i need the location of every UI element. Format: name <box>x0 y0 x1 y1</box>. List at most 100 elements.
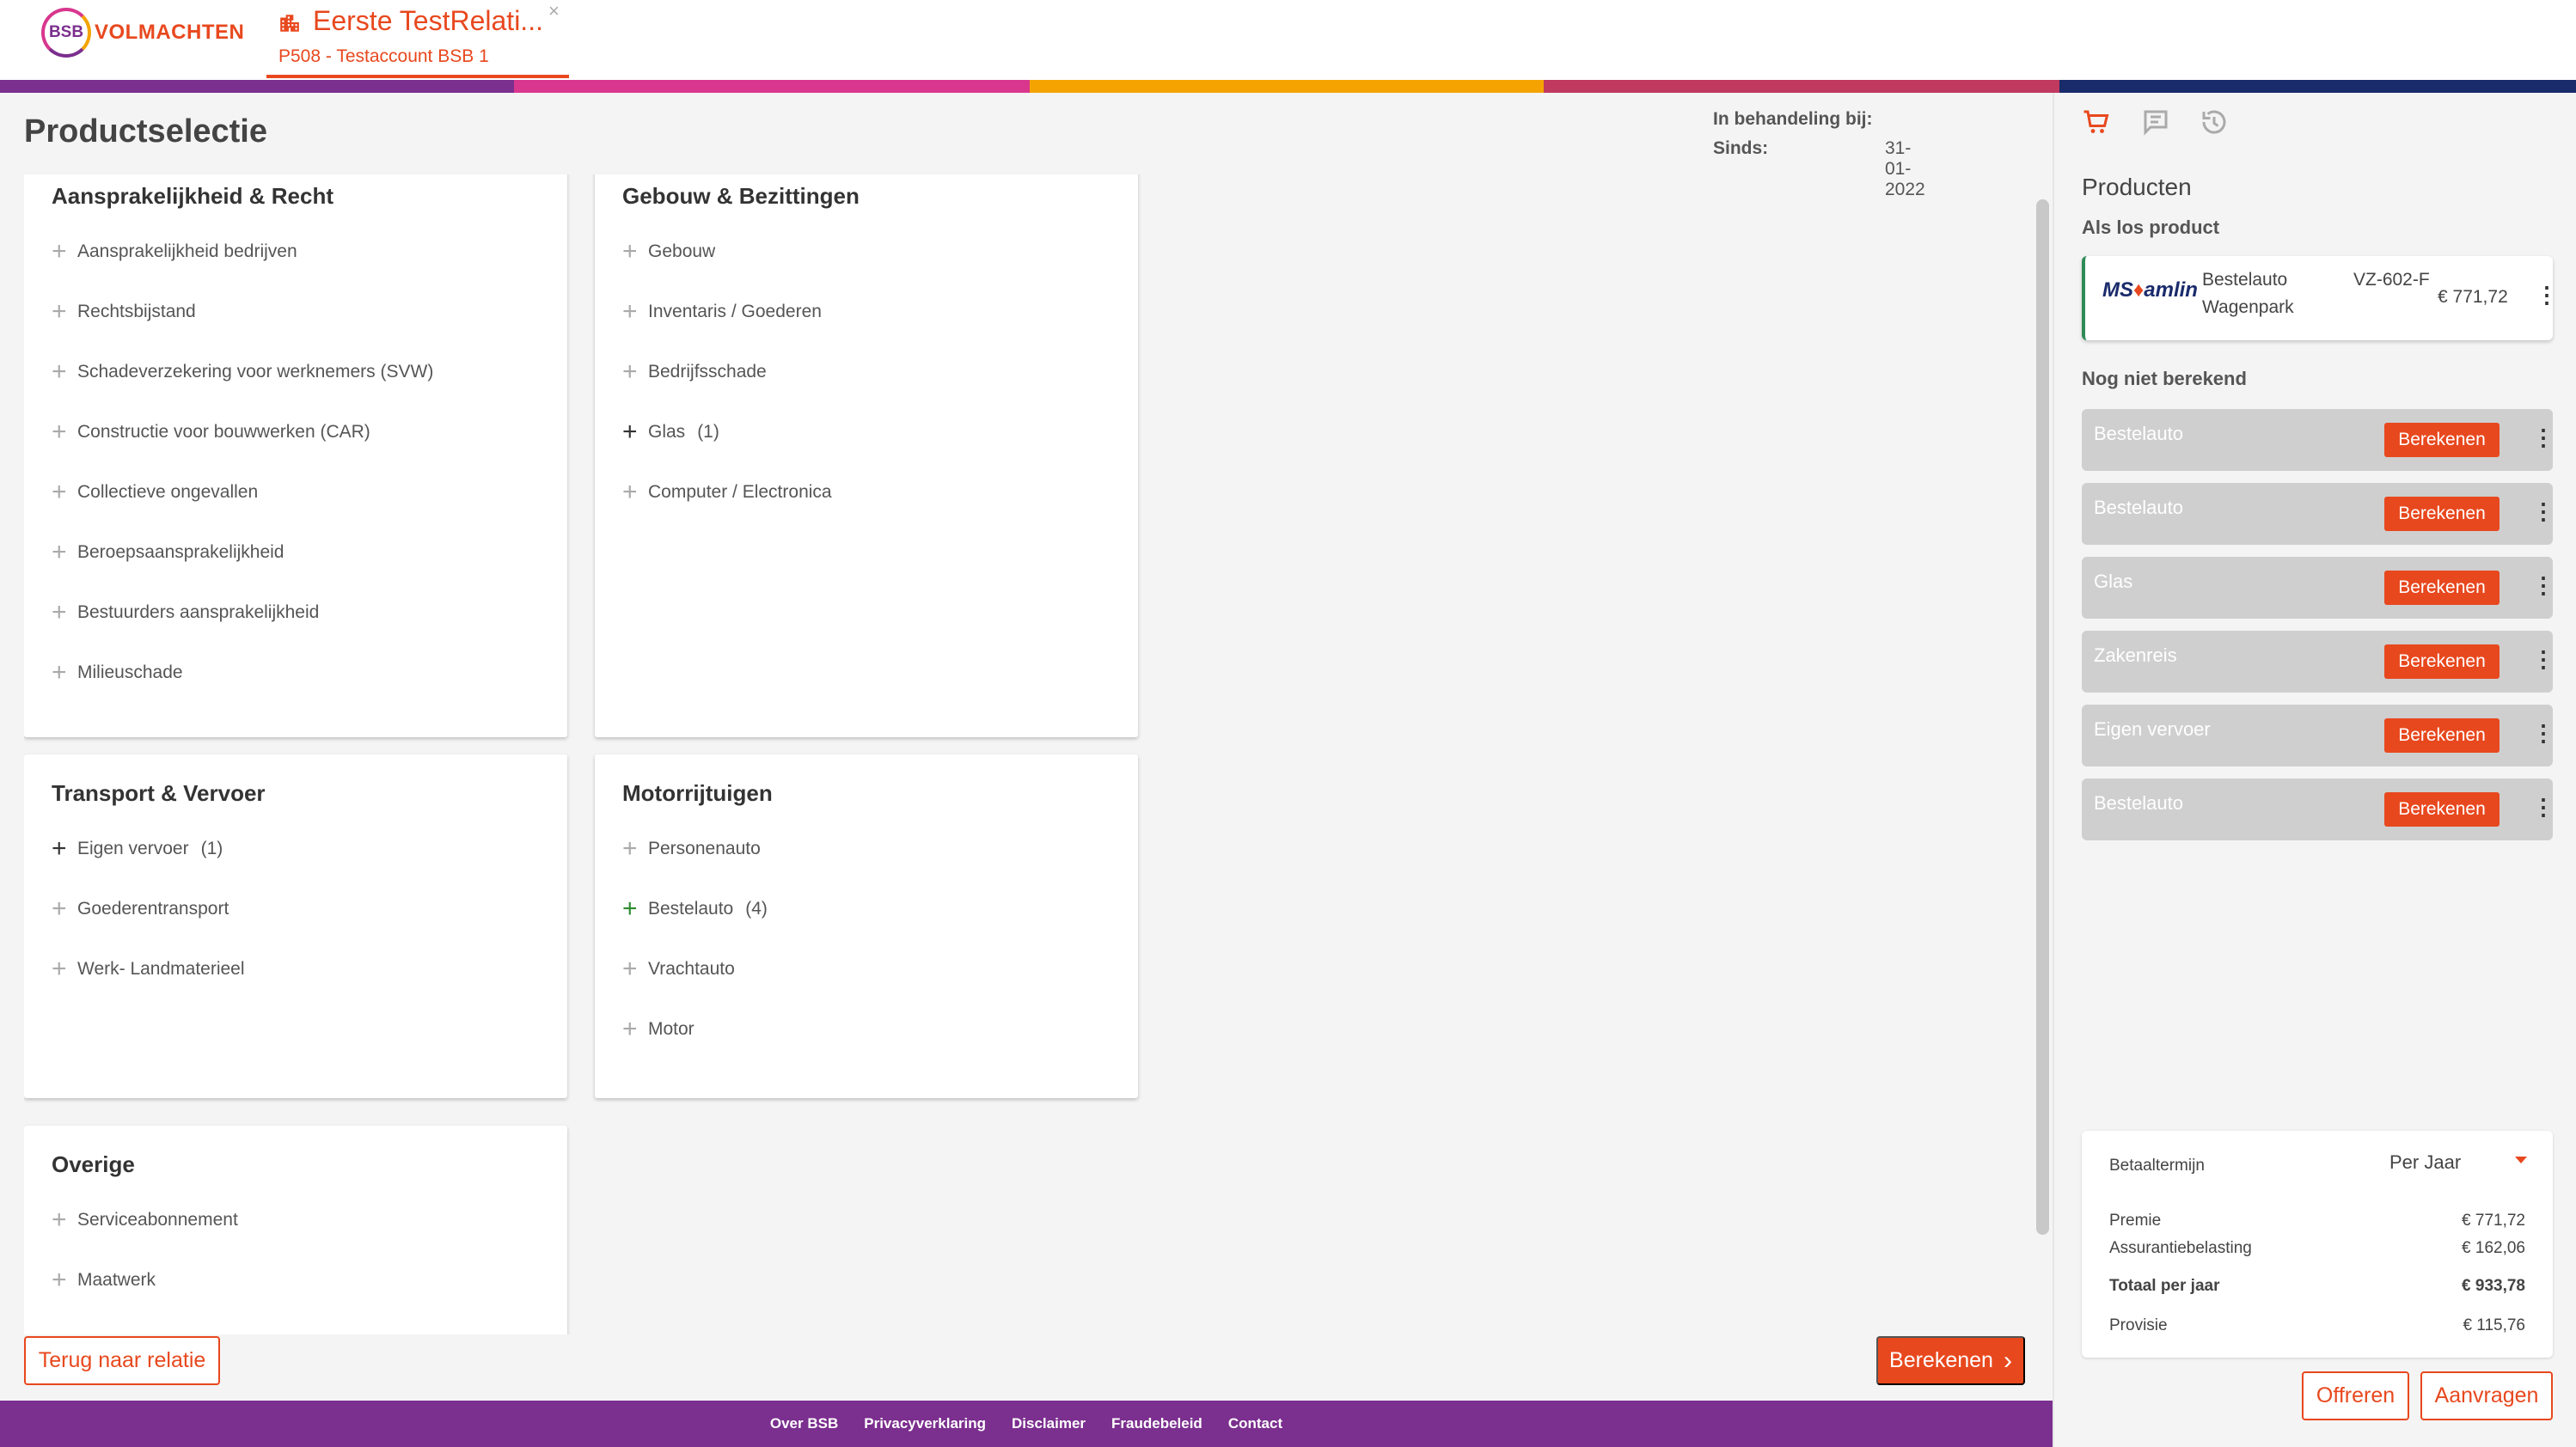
comment-icon[interactable] <box>2140 107 2171 137</box>
category-title: Transport & Vervoer <box>52 780 266 806</box>
product-item[interactable]: + Bestelauto (4) <box>622 892 768 926</box>
product-label: Vrachtauto <box>648 959 735 979</box>
product-item[interactable]: + Bedrijfsschade <box>622 355 767 389</box>
calculate-button[interactable]: Berekenen <box>2384 497 2500 531</box>
more-vert-icon[interactable]: ⋮ <box>2532 424 2555 451</box>
product-item[interactable]: + Motor <box>622 1012 694 1047</box>
category-title: Overige <box>52 1151 135 1177</box>
plus-icon: + <box>52 834 67 863</box>
plus-icon: + <box>622 357 638 386</box>
sidebar-heading: Producten <box>2082 174 2192 200</box>
pending-product: Eigen vervoer Berekenen ⋮ <box>2082 705 2555 766</box>
brand-amlin: amlin <box>2144 278 2198 302</box>
pending-label: Eigen vervoer <box>2094 718 2211 740</box>
calculate-button[interactable]: Berekenen <box>2384 792 2500 827</box>
request-button[interactable]: Aanvragen <box>2420 1371 2553 1420</box>
cart-icon[interactable] <box>2080 107 2111 137</box>
provisie-value: € 115,76 <box>2463 1316 2525 1334</box>
product-item[interactable]: + Rechtsbijstand <box>52 295 196 329</box>
product-price: € 771,72 <box>2438 287 2508 307</box>
building-icon <box>280 15 299 32</box>
scrollbar[interactable] <box>2036 199 2049 1235</box>
footer-link-privacy[interactable]: Privacyverklaring <box>864 1415 986 1432</box>
pending-label: Glas <box>2094 571 2133 592</box>
loose-product-label: Als los product <box>2082 217 2220 238</box>
product-label: Aansprakelijkheid bedrijven <box>77 241 297 261</box>
product-label: Collectieve ongevallen <box>77 482 259 502</box>
product-item[interactable]: + Schadeverzekering voor werknemers (SVW) <box>52 355 433 389</box>
calculate-button[interactable]: Berekenen <box>2384 644 2500 679</box>
product-label: Eigen vervoer <box>77 839 189 858</box>
product-label: Milieuschade <box>77 662 183 682</box>
product-card[interactable]: MS♦amlin Bestelauto Wagenpark VZ-602-F €… <box>2082 256 2558 340</box>
product-item[interactable]: + Collectieve ongevallen <box>52 475 258 510</box>
footer-link-fraud[interactable]: Fraudebeleid <box>1111 1415 1202 1432</box>
plus-icon: + <box>52 237 67 266</box>
footer-link-over-bsb[interactable]: Over BSB <box>770 1415 838 1432</box>
more-vert-icon[interactable]: ⋮ <box>2532 720 2555 747</box>
history-icon[interactable] <box>2199 107 2230 137</box>
more-vert-icon[interactable]: ⋮ <box>2536 282 2558 308</box>
pending-label: Bestelauto <box>2094 497 2183 518</box>
product-item[interactable]: + Beroepsaansprakelijkheid <box>52 535 285 570</box>
plus-icon: + <box>52 297 67 326</box>
category-title: Motorrijtuigen <box>622 780 773 806</box>
plus-icon: + <box>52 658 67 687</box>
plus-icon: + <box>622 237 638 266</box>
more-vert-icon[interactable]: ⋮ <box>2532 646 2555 673</box>
since-row: Sinds: 31-01-2022 <box>1713 138 1925 199</box>
footer: Over BSB Privacyverklaring Disclaimer Fr… <box>0 1401 2053 1447</box>
product-categories: Aansprakelijkheid & Recht + Aansprakelijk… <box>24 174 1141 1334</box>
product-item[interactable]: + Maatwerk <box>52 1263 156 1297</box>
product-item[interactable]: + Goederentransport <box>52 892 229 926</box>
pending-label: Bestelauto <box>2094 792 2183 814</box>
product-item[interactable]: + Werk- Landmaterieel <box>52 952 245 986</box>
product-item[interactable]: + Eigen vervoer (1) <box>52 832 223 866</box>
more-vert-icon[interactable]: ⋮ <box>2532 794 2555 821</box>
bsb-logo[interactable]: BSB VOLMACHTEN <box>41 7 244 58</box>
product-item[interactable]: + Personenauto <box>622 832 761 866</box>
handling-label: In behandeling bij: <box>1713 109 1873 129</box>
calculate-button[interactable]: Berekenen <box>2384 718 2500 753</box>
relation-tab[interactable]: Eerste TestRelati... P508 - Testaccount … <box>266 0 569 78</box>
product-label: Bestuurders aansprakelijkheid <box>77 602 320 622</box>
product-item[interactable]: + Glas (1) <box>622 415 719 449</box>
footer-link-contact[interactable]: Contact <box>1228 1415 1282 1432</box>
product-item[interactable]: + Gebouw <box>622 235 715 269</box>
close-icon[interactable]: × <box>548 0 560 22</box>
page-title: Productselectie <box>24 113 267 150</box>
product-label: Gebouw <box>648 241 716 261</box>
calculate-button[interactable]: Berekenen › <box>1876 1336 2025 1385</box>
tax-value: € 162,06 <box>2462 1239 2525 1257</box>
product-label: Goederentransport <box>77 899 229 919</box>
product-item[interactable]: + Constructie voor bouwwerken (CAR) <box>52 415 370 449</box>
plus-icon: + <box>52 478 67 506</box>
offer-button[interactable]: Offreren <box>2302 1371 2409 1420</box>
payment-term-label: Betaaltermijn <box>2109 1157 2205 1175</box>
pending-product: Bestelauto Berekenen ⋮ <box>2082 409 2555 471</box>
category-card: Aansprakelijkheid & Recht + Aansprakelijk… <box>24 174 567 737</box>
product-item[interactable]: + Inventaris / Goederen <box>622 295 822 329</box>
more-vert-icon[interactable]: ⋮ <box>2532 498 2555 525</box>
plus-icon: + <box>622 418 638 446</box>
more-vert-icon[interactable]: ⋮ <box>2532 572 2555 599</box>
color-stripe-2 <box>514 80 1030 93</box>
product-item[interactable]: + Serviceabonnement <box>52 1203 238 1237</box>
category-title: Gebouw & Bezittingen <box>622 183 860 209</box>
since-value: 31-01-2022 <box>1885 138 1925 199</box>
calculate-button[interactable]: Berekenen <box>2384 571 2500 605</box>
plus-icon: + <box>622 478 638 506</box>
back-to-relation-button[interactable]: Terug naar relatie <box>24 1336 220 1385</box>
insurer-logo: MS♦amlin <box>2102 278 2198 302</box>
category-title: Aansprakelijkheid & Recht <box>52 183 333 209</box>
footer-link-disclaimer[interactable]: Disclaimer <box>1012 1415 1086 1432</box>
product-item[interactable]: + Bestuurders aansprakelijkheid <box>52 595 319 630</box>
product-label: Glas <box>648 422 686 442</box>
payment-term-select[interactable]: Per Jaar <box>2389 1151 2527 1177</box>
product-item[interactable]: + Computer / Electronica <box>622 475 832 510</box>
product-item[interactable]: + Aansprakelijkheid bedrijven <box>52 235 297 269</box>
product-item[interactable]: + Vrachtauto <box>622 952 735 986</box>
product-item[interactable]: + Milieuschade <box>52 656 183 690</box>
tab-subtitle: P508 - Testaccount BSB 1 <box>278 46 489 66</box>
calculate-button[interactable]: Berekenen <box>2384 423 2500 457</box>
